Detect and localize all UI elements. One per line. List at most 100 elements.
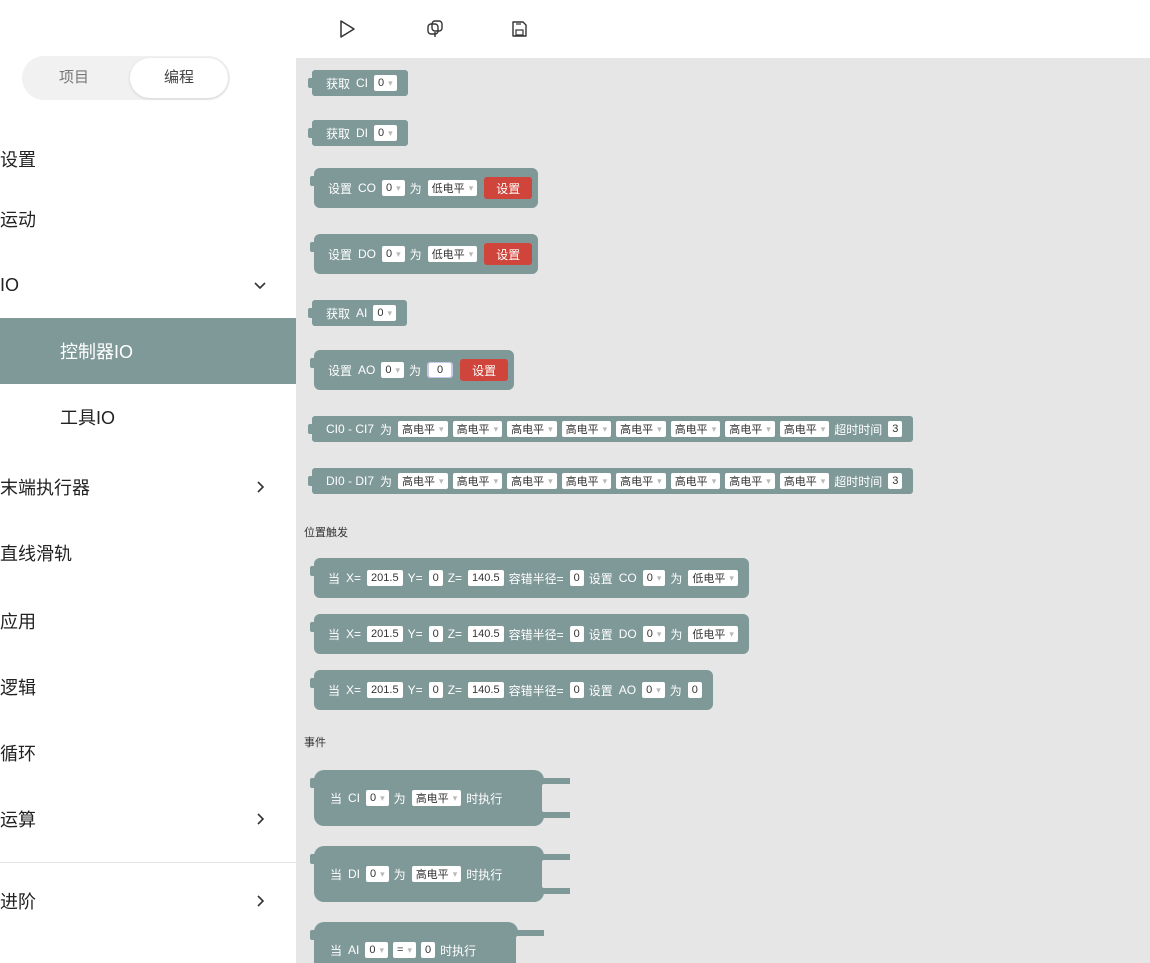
tab-programming[interactable]: 编程 <box>130 58 228 98</box>
save-button[interactable] <box>506 16 532 42</box>
sidebar-item-loop[interactable]: 循环 <box>0 720 296 786</box>
dropdown-level[interactable]: 低电平 ▾ <box>688 626 738 642</box>
dropdown-level[interactable]: 高电平 ▾ <box>616 421 666 437</box>
block-keyword: 为 <box>670 571 683 586</box>
dropdown-level[interactable]: 高电平 ▾ <box>670 473 721 489</box>
dropdown-level[interactable]: 高电平 ▾ <box>507 421 557 437</box>
y-input[interactable]: 0 <box>428 626 443 642</box>
block-event-ai[interactable]: 当 AI 0 ▾ = ▾ 0 时执行 <box>309 922 545 963</box>
dropdown-di[interactable]: 0 ▾ <box>374 125 397 141</box>
dropdown-level[interactable]: 低电平 ▾ <box>427 246 478 262</box>
set-button[interactable]: 设置 <box>460 359 509 381</box>
dropdown-co[interactable]: 0 ▾ <box>382 180 405 196</box>
block-ci-range[interactable]: CI0 - CI7 为 高电平 ▾ 高电平 ▾ 高电平 ▾ 高电平 ▾ 高电平 ▾ 高电平… <box>307 416 914 442</box>
dropdown-level[interactable]: 低电平 ▾ <box>427 180 478 196</box>
x-input[interactable]: 201.5 <box>367 626 403 642</box>
radius-input[interactable]: 0 <box>569 626 584 642</box>
dropdown-port[interactable]: 0 ▾ <box>366 866 389 882</box>
block-position-trigger-ao[interactable]: 当 X= 201.5 Y= 0 Z= 140.5 容错半径= 0 设置 AO 0… <box>310 670 713 710</box>
dropdown-port[interactable]: 0 ▾ <box>366 790 389 806</box>
dropdown-port[interactable]: 0 ▾ <box>642 682 665 698</box>
z-input[interactable]: 140.5 <box>468 626 504 642</box>
block-keyword: 为 <box>669 683 682 698</box>
chevron-down-icon <box>252 277 268 293</box>
dropdown-port[interactable]: 0 ▾ <box>642 570 666 586</box>
dropdown-operator[interactable]: = ▾ <box>393 942 416 958</box>
z-input[interactable]: 140.5 <box>468 682 504 698</box>
block-position-trigger-co[interactable]: 当 X= 201.5 Y= 0 Z= 140.5 容错半径= 0 设置 CO 0… <box>310 558 749 598</box>
y-input[interactable]: 0 <box>428 570 443 586</box>
block-get-ai[interactable]: 获取 AI 0 ▾ <box>307 300 408 326</box>
set-button[interactable]: 设置 <box>484 243 533 265</box>
dropdown-ai[interactable]: 0 ▾ <box>373 305 397 321</box>
debug-icon <box>427 20 443 37</box>
dropdown-level[interactable]: 高电平 ▾ <box>398 473 448 489</box>
dropdown-level[interactable]: 高电平 ▾ <box>725 421 775 437</box>
block-keyword: 时执行 <box>440 943 477 958</box>
sidebar-item-io[interactable]: IO <box>0 252 296 318</box>
block-workspace[interactable]: 获取 CI 0 ▾ 获取 DI 0 ▾ 设置 CO 0 ▾ 为 低电平 ▾ 设置 设置 … <box>296 58 1150 963</box>
block-event-di[interactable]: 当 DI 0 ▾ 为 高电平 ▾ 时执行 <box>309 846 571 902</box>
dropdown-port[interactable]: 0 ▾ <box>365 942 389 958</box>
sidebar-item-controller-io[interactable]: 控制器IO <box>0 318 296 384</box>
block-set-ao[interactable]: 设置 AO 0 ▾ 为 0 设置 <box>309 350 515 390</box>
block-port: AI <box>356 306 368 320</box>
sidebar-item-math[interactable]: 运算 <box>0 786 296 852</box>
sidebar-item-settings[interactable]: 设置 <box>0 126 296 192</box>
dropdown-level[interactable]: 高电平 ▾ <box>779 473 830 489</box>
timeout-input[interactable]: 3 <box>888 421 903 437</box>
dropdown-level[interactable]: 高电平 ▾ <box>411 790 462 806</box>
dropdown-level[interactable]: 高电平 ▾ <box>452 421 503 437</box>
dropdown-level[interactable]: 高电平 ▾ <box>507 473 557 489</box>
set-button[interactable]: 设置 <box>484 177 533 199</box>
run-button[interactable] <box>334 16 360 42</box>
sidebar: 项目 编程 设置 运动 IO 控制器IO 工具IO 末端执行器 直线滑轨 应用 … <box>0 0 296 963</box>
dropdown-level[interactable]: 高电平 ▾ <box>725 473 775 489</box>
z-input[interactable]: 140.5 <box>468 570 504 586</box>
number-input[interactable]: 0 <box>427 362 454 378</box>
dropdown-level[interactable]: 高电平 ▾ <box>616 473 666 489</box>
block-keyword: 为 <box>409 181 422 196</box>
sidebar-item-label: 进阶 <box>0 892 36 912</box>
dropdown-level[interactable]: 高电平 ▾ <box>398 421 448 437</box>
sidebar-item-tool-io[interactable]: 工具IO <box>0 384 296 450</box>
block-set-co[interactable]: 设置 CO 0 ▾ 为 低电平 ▾ 设置 <box>309 168 539 208</box>
x-input[interactable]: 201.5 <box>367 570 403 586</box>
sidebar-item-label: 逻辑 <box>0 678 36 698</box>
tab-project[interactable]: 项目 <box>24 58 124 98</box>
dropdown-level[interactable]: 高电平 ▾ <box>779 421 830 437</box>
sidebar-item-linear-rail[interactable]: 直线滑轨 <box>0 520 296 586</box>
sidebar-item-end-effector[interactable]: 末端执行器 <box>0 454 296 520</box>
dropdown-level[interactable]: 高电平 ▾ <box>561 421 612 437</box>
block-di-range[interactable]: DI0 - DI7 为 高电平 ▾ 高电平 ▾ 高电平 ▾ 高电平 ▾ 高电平 ▾ 高电平… <box>307 468 914 494</box>
number-input[interactable]: 0 <box>687 682 702 698</box>
x-input[interactable]: 201.5 <box>367 682 403 698</box>
radius-input[interactable]: 0 <box>569 570 584 586</box>
dropdown-level[interactable]: 高电平 ▾ <box>670 421 721 437</box>
y-input[interactable]: 0 <box>428 682 443 698</box>
block-keyword: 为 <box>380 474 393 489</box>
block-event-ci[interactable]: 当 CI 0 ▾ 为 高电平 ▾ 时执行 <box>309 770 571 826</box>
radius-input[interactable]: 0 <box>569 682 584 698</box>
dropdown-level[interactable]: 高电平 ▾ <box>452 473 503 489</box>
play-icon <box>340 20 355 38</box>
dropdown-level[interactable]: 高电平 ▾ <box>411 866 462 882</box>
dropdown-port[interactable]: 0 ▾ <box>642 626 666 642</box>
sidebar-item-motion[interactable]: 运动 <box>0 186 296 252</box>
debug-button[interactable] <box>422 16 448 42</box>
sidebar-item-logic[interactable]: 逻辑 <box>0 654 296 720</box>
sidebar-item-application[interactable]: 应用 <box>0 588 296 654</box>
block-get-ci[interactable]: 获取 CI 0 ▾ <box>308 70 408 96</box>
dropdown-level[interactable]: 低电平 ▾ <box>688 570 738 586</box>
sidebar-item-advanced[interactable]: 进阶 <box>0 868 296 934</box>
number-input[interactable]: 0 <box>420 942 436 958</box>
block-get-di[interactable]: 获取 DI 0 ▾ <box>308 120 408 146</box>
dropdown-ci[interactable]: 0 ▾ <box>374 75 397 91</box>
block-keyword: 当 <box>328 627 341 642</box>
block-set-do[interactable]: 设置 DO 0 ▾ 为 低电平 ▾ 设置 <box>309 234 539 274</box>
block-position-trigger-do[interactable]: 当 X= 201.5 Y= 0 Z= 140.5 容错半径= 0 设置 DO 0… <box>310 614 749 654</box>
dropdown-do[interactable]: 0 ▾ <box>382 246 405 262</box>
dropdown-ao[interactable]: 0 ▾ <box>381 362 405 378</box>
dropdown-level[interactable]: 高电平 ▾ <box>561 473 612 489</box>
timeout-input[interactable]: 3 <box>888 473 903 489</box>
